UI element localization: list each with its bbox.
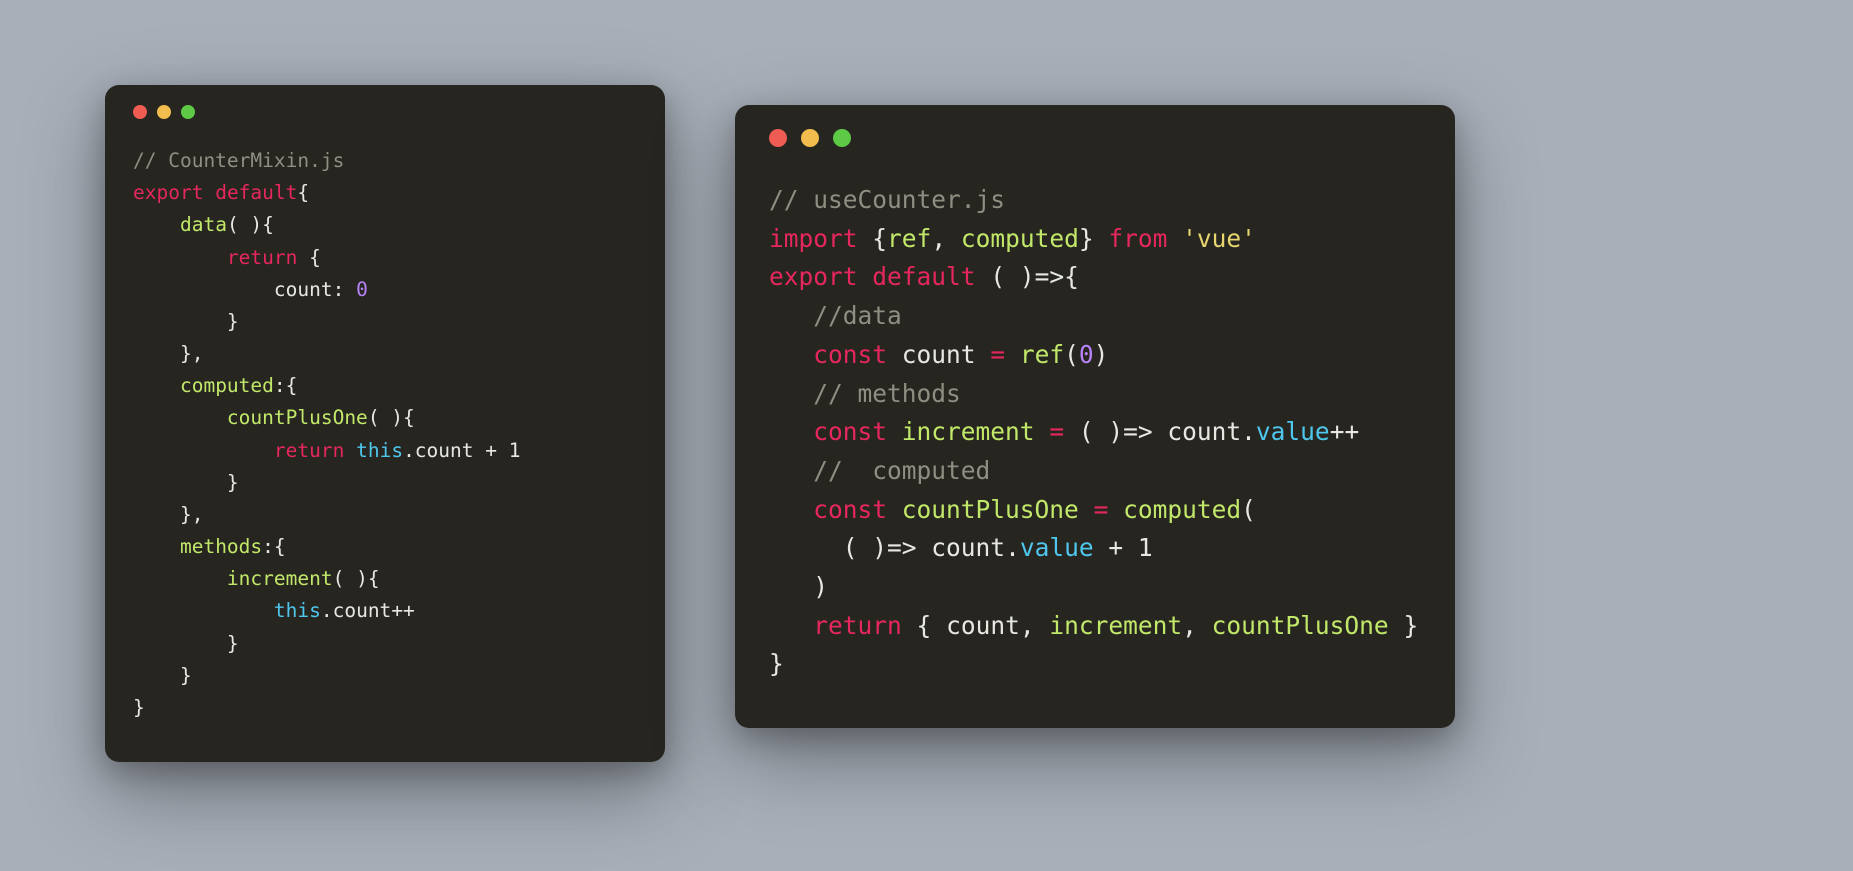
- code-comment: //data: [813, 301, 902, 330]
- punct: ( ){: [333, 567, 380, 590]
- id-increment: increment: [1049, 611, 1182, 640]
- punct: }: [227, 471, 239, 494]
- punct: }: [180, 664, 192, 687]
- prop-computed: computed: [180, 374, 274, 397]
- prop-count: .count: [403, 439, 473, 462]
- punct: }: [133, 696, 145, 719]
- prop-count: .count: [321, 599, 391, 622]
- fn-data: data: [180, 213, 227, 236]
- arrow-fn: ( )=>: [1079, 417, 1153, 446]
- kw-return: return: [813, 611, 902, 640]
- fn-computed: computed: [1123, 495, 1241, 524]
- punct: }: [1403, 611, 1418, 640]
- maximize-icon[interactable]: [833, 129, 851, 147]
- op-plus: + 1: [1108, 533, 1152, 562]
- punct: {: [872, 224, 887, 253]
- punct: ,: [1182, 611, 1197, 640]
- kw-const: const: [813, 340, 887, 369]
- punct: ,: [1020, 611, 1035, 640]
- arrow-fn: ( )=>: [843, 533, 917, 562]
- close-icon[interactable]: [133, 105, 147, 119]
- num-zero: 0: [356, 278, 368, 301]
- punct: (: [1064, 340, 1079, 369]
- id-count: count: [1167, 417, 1241, 446]
- punct: }: [227, 310, 239, 333]
- kw-const: const: [813, 417, 887, 446]
- op-increment: ++: [1330, 417, 1360, 446]
- kw-this: this: [356, 439, 403, 462]
- code-content-left: // CounterMixin.js export default{ data(…: [133, 145, 637, 724]
- punct: :: [333, 278, 345, 301]
- arrow-fn: ( )=>{: [990, 262, 1079, 291]
- id-count: count: [902, 340, 976, 369]
- punct: ( ){: [368, 406, 415, 429]
- kw-return: return: [227, 246, 297, 269]
- punct: {: [297, 181, 309, 204]
- punct: ): [813, 572, 828, 601]
- minimize-icon[interactable]: [801, 129, 819, 147]
- punct: {: [917, 611, 932, 640]
- id-countplusone: countPlusOne: [1212, 611, 1389, 640]
- kw-this: this: [274, 599, 321, 622]
- op-eq: =: [1049, 417, 1064, 446]
- code-comment: // computed: [813, 456, 990, 485]
- close-icon[interactable]: [769, 129, 787, 147]
- punct: .: [1241, 417, 1256, 446]
- code-window-left: // CounterMixin.js export default{ data(…: [105, 85, 665, 762]
- punct: ,: [931, 224, 946, 253]
- kw-from: from: [1108, 224, 1167, 253]
- code-content-right: // useCounter.js import {ref, computed} …: [769, 181, 1421, 684]
- code-comment: // CounterMixin.js: [133, 149, 344, 172]
- code-comment: // useCounter.js: [769, 185, 1005, 214]
- punct: (: [1241, 495, 1256, 524]
- kw-default: default: [872, 262, 975, 291]
- fn-increment: increment: [227, 567, 333, 590]
- op-increment: ++: [391, 599, 414, 622]
- punct: }: [1079, 224, 1094, 253]
- punct: }: [227, 632, 239, 655]
- code-window-right: // useCounter.js import {ref, computed} …: [735, 105, 1455, 728]
- traffic-lights: [133, 105, 637, 119]
- op-plus: + 1: [485, 439, 520, 462]
- prop-value: value: [1020, 533, 1094, 562]
- traffic-lights: [769, 129, 1421, 147]
- op-eq: =: [1094, 495, 1109, 524]
- kw-import: import: [769, 224, 858, 253]
- minimize-icon[interactable]: [157, 105, 171, 119]
- punct: {: [309, 246, 321, 269]
- num-zero: 0: [1079, 340, 1094, 369]
- punct: ): [1094, 340, 1109, 369]
- id-increment: increment: [902, 417, 1035, 446]
- punct: }: [769, 649, 784, 678]
- id-ref: ref: [887, 224, 931, 253]
- op-eq: =: [990, 340, 1005, 369]
- prop-methods: methods: [180, 535, 262, 558]
- kw-default: default: [215, 181, 297, 204]
- id-computed: computed: [961, 224, 1079, 253]
- prop-value: value: [1256, 417, 1330, 446]
- id-count: count: [946, 611, 1020, 640]
- kw-return: return: [274, 439, 344, 462]
- punct: :{: [262, 535, 285, 558]
- punct: },: [180, 503, 203, 526]
- str-vue: 'vue': [1182, 224, 1256, 253]
- fn-ref: ref: [1020, 340, 1064, 369]
- punct: :{: [274, 374, 297, 397]
- code-comment: // methods: [813, 379, 961, 408]
- maximize-icon[interactable]: [181, 105, 195, 119]
- id-count: count: [931, 533, 1005, 562]
- id-countplusone: countPlusOne: [902, 495, 1079, 524]
- punct: .: [1005, 533, 1020, 562]
- kw-const: const: [813, 495, 887, 524]
- kw-export: export: [769, 262, 858, 291]
- punct: },: [180, 342, 203, 365]
- fn-countplusone: countPlusOne: [227, 406, 368, 429]
- prop-count: count: [274, 278, 333, 301]
- kw-export: export: [133, 181, 203, 204]
- punct: ( ){: [227, 213, 274, 236]
